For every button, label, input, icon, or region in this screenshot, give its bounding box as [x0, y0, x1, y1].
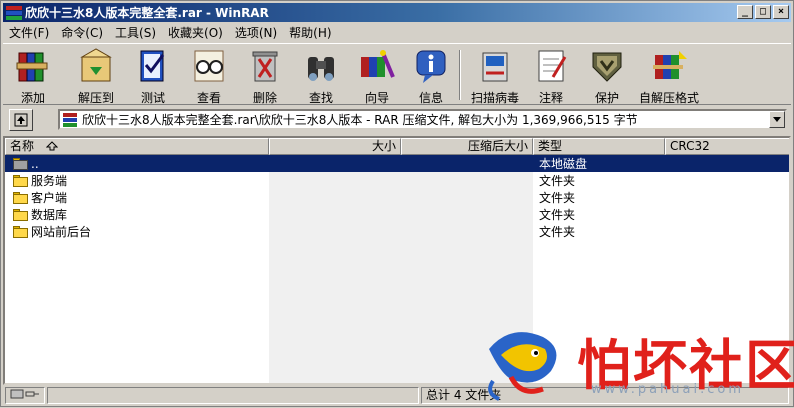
close-button[interactable]: ×	[773, 5, 789, 19]
file-type: 文件夹	[539, 191, 576, 205]
col-name[interactable]: 名称	[5, 138, 269, 155]
protect-label: 保护	[594, 91, 619, 105]
test-label: 测试	[140, 91, 165, 105]
find-binoculars-icon	[308, 57, 334, 81]
file-row[interactable]: 服务端 文件夹	[5, 172, 789, 189]
toolbar-separator	[459, 50, 461, 100]
sfx-button[interactable]: 自解压格式	[637, 47, 701, 105]
find-button[interactable]: 查找	[301, 47, 341, 105]
drive-key-icon	[10, 389, 39, 399]
file-type: 文件夹	[539, 208, 576, 222]
wizard-icon	[361, 50, 395, 78]
file-row[interactable]: .. 本地磁盘	[5, 155, 789, 172]
menu-favorites[interactable]: 收藏夹(O)	[162, 24, 229, 41]
scan-virus-label: 扫描病毒	[470, 91, 519, 105]
comment-icon	[538, 50, 567, 82]
protect-shield-icon	[592, 52, 622, 82]
menu-tools[interactable]: 工具(S)	[109, 24, 162, 41]
info-icon	[416, 50, 446, 83]
scan-virus-icon	[482, 52, 508, 82]
wizard-label: 向导	[364, 91, 389, 105]
folder-icon	[13, 208, 29, 221]
address-bar: 欣欣十三水8人版本完整全套.rar\欣欣十三水8人版本 - RAR 压缩文件, …	[3, 107, 791, 133]
wizard-button[interactable]: 向导	[357, 47, 397, 105]
view-label: 查看	[196, 91, 221, 105]
watermark-url: www.pahuai.com	[591, 382, 745, 397]
col-crc[interactable]: CRC32	[665, 138, 789, 155]
menu-options[interactable]: 选项(N)	[229, 24, 283, 41]
path-dropdown-button[interactable]	[769, 111, 785, 128]
test-icon	[140, 50, 165, 82]
col-type[interactable]: 类型	[533, 138, 665, 155]
col-type-label: 类型	[538, 139, 563, 153]
menu-commands[interactable]: 命令(C)	[55, 24, 109, 41]
chevron-down-icon	[773, 117, 781, 122]
up-folder-button[interactable]	[9, 109, 33, 131]
file-name: 服务端	[31, 174, 68, 188]
col-name-label: 名称	[10, 139, 35, 153]
col-crc-label: CRC32	[670, 139, 710, 153]
sfx-icon	[653, 51, 687, 79]
file-name: ..	[31, 156, 39, 171]
sort-up-icon	[45, 141, 59, 151]
info-label: 信息	[418, 91, 443, 105]
view-button[interactable]: 查看	[189, 47, 229, 105]
toolbar: 添加 解压到 测试 查看 删除 查找 向导 信息 扫描病毒 注释 保护 自解压格…	[3, 43, 791, 105]
sfx-label: 自解压格式	[638, 91, 699, 105]
path-field[interactable]: 欣欣十三水8人版本完整全套.rar\欣欣十三水8人版本 - RAR 压缩文件, …	[58, 109, 787, 130]
info-button[interactable]: 信息	[411, 47, 451, 105]
col-packed-label: 压缩后大小	[467, 139, 528, 153]
protect-button[interactable]: 保护	[587, 47, 627, 105]
file-row[interactable]: 数据库 文件夹	[5, 206, 789, 223]
minimize-button[interactable]: _	[737, 5, 753, 19]
status-drive-panel	[5, 387, 45, 404]
file-row[interactable]: 客户端 文件夹	[5, 189, 789, 206]
rar-archive-icon	[63, 112, 77, 127]
maximize-button[interactable]: □	[755, 5, 771, 19]
comment-button[interactable]: 注释	[531, 47, 571, 105]
file-name: 网站前后台	[31, 225, 92, 239]
add-books-icon	[16, 52, 48, 82]
comment-label: 注释	[538, 91, 563, 105]
file-row[interactable]: 网站前后台 文件夹	[5, 223, 789, 240]
extract-to-label: 解压到	[77, 91, 114, 105]
winrar-window: 欣欣十三水8人版本完整全套.rar - WinRAR _ □ × 文件(F) 命…	[0, 0, 794, 407]
test-button[interactable]: 测试	[133, 47, 173, 105]
status-selection-panel	[47, 387, 419, 404]
col-size[interactable]: 大小	[269, 138, 401, 155]
folder-icon	[13, 191, 29, 204]
menu-help[interactable]: 帮助(H)	[283, 24, 337, 41]
menu-bar: 文件(F) 命令(C) 工具(S) 收藏夹(O) 选项(N) 帮助(H)	[3, 23, 338, 42]
file-type: 文件夹	[539, 225, 576, 239]
col-packed[interactable]: 压缩后大小	[401, 138, 533, 155]
folder-icon	[13, 157, 29, 170]
path-text: 欣欣十三水8人版本完整全套.rar\欣欣十三水8人版本 - RAR 压缩文件, …	[82, 113, 638, 127]
view-glasses-icon	[194, 50, 224, 82]
add-label: 添加	[20, 91, 45, 105]
extract-to-icon	[80, 48, 112, 82]
winrar-app-icon	[6, 5, 22, 20]
col-size-label: 大小	[371, 139, 396, 153]
find-label: 查找	[308, 91, 333, 105]
menu-file[interactable]: 文件(F)	[3, 24, 55, 41]
arrow-up-icon	[14, 113, 28, 127]
delete-button[interactable]: 删除	[245, 47, 285, 105]
column-header: 名称 大小 压缩后大小 类型 CRC32	[5, 138, 789, 155]
window-title: 欣欣十三水8人版本完整全套.rar - WinRAR	[25, 6, 269, 20]
file-type: 本地磁盘	[539, 157, 588, 171]
scan-virus-button[interactable]: 扫描病毒	[467, 47, 523, 105]
folder-icon	[13, 174, 29, 187]
delete-icon	[252, 51, 278, 82]
folder-icon	[13, 225, 29, 238]
file-name: 数据库	[31, 208, 68, 222]
title-bar[interactable]: 欣欣十三水8人版本完整全套.rar - WinRAR _ □ ×	[3, 3, 791, 22]
delete-label: 删除	[252, 91, 277, 105]
file-name: 客户端	[31, 191, 68, 205]
file-type: 文件夹	[539, 174, 576, 188]
watermark-logo: 怕坏社区 www.pahuai.com	[481, 319, 794, 405]
fish-logo-icon	[488, 332, 557, 401]
extract-to-button[interactable]: 解压到	[73, 47, 119, 105]
add-button[interactable]: 添加	[13, 47, 53, 105]
